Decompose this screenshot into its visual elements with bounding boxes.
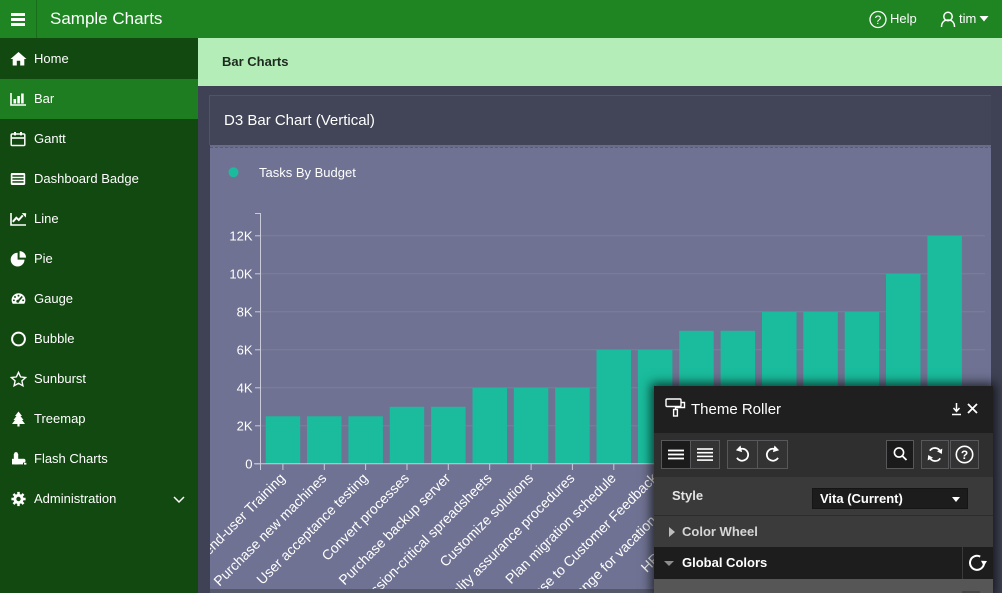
svg-text:?: ? (875, 13, 882, 27)
svg-text:10K: 10K (229, 266, 252, 281)
svg-text:0: 0 (245, 456, 252, 471)
svg-text:12K: 12K (229, 228, 252, 243)
svg-text:Tasks By Budget: Tasks By Budget (259, 165, 356, 180)
svg-text:4K: 4K (237, 380, 253, 395)
svg-text:2K: 2K (237, 418, 253, 433)
svg-text:?: ? (961, 448, 968, 462)
svg-text:6K: 6K (237, 342, 253, 357)
svg-text:8K: 8K (237, 304, 253, 319)
